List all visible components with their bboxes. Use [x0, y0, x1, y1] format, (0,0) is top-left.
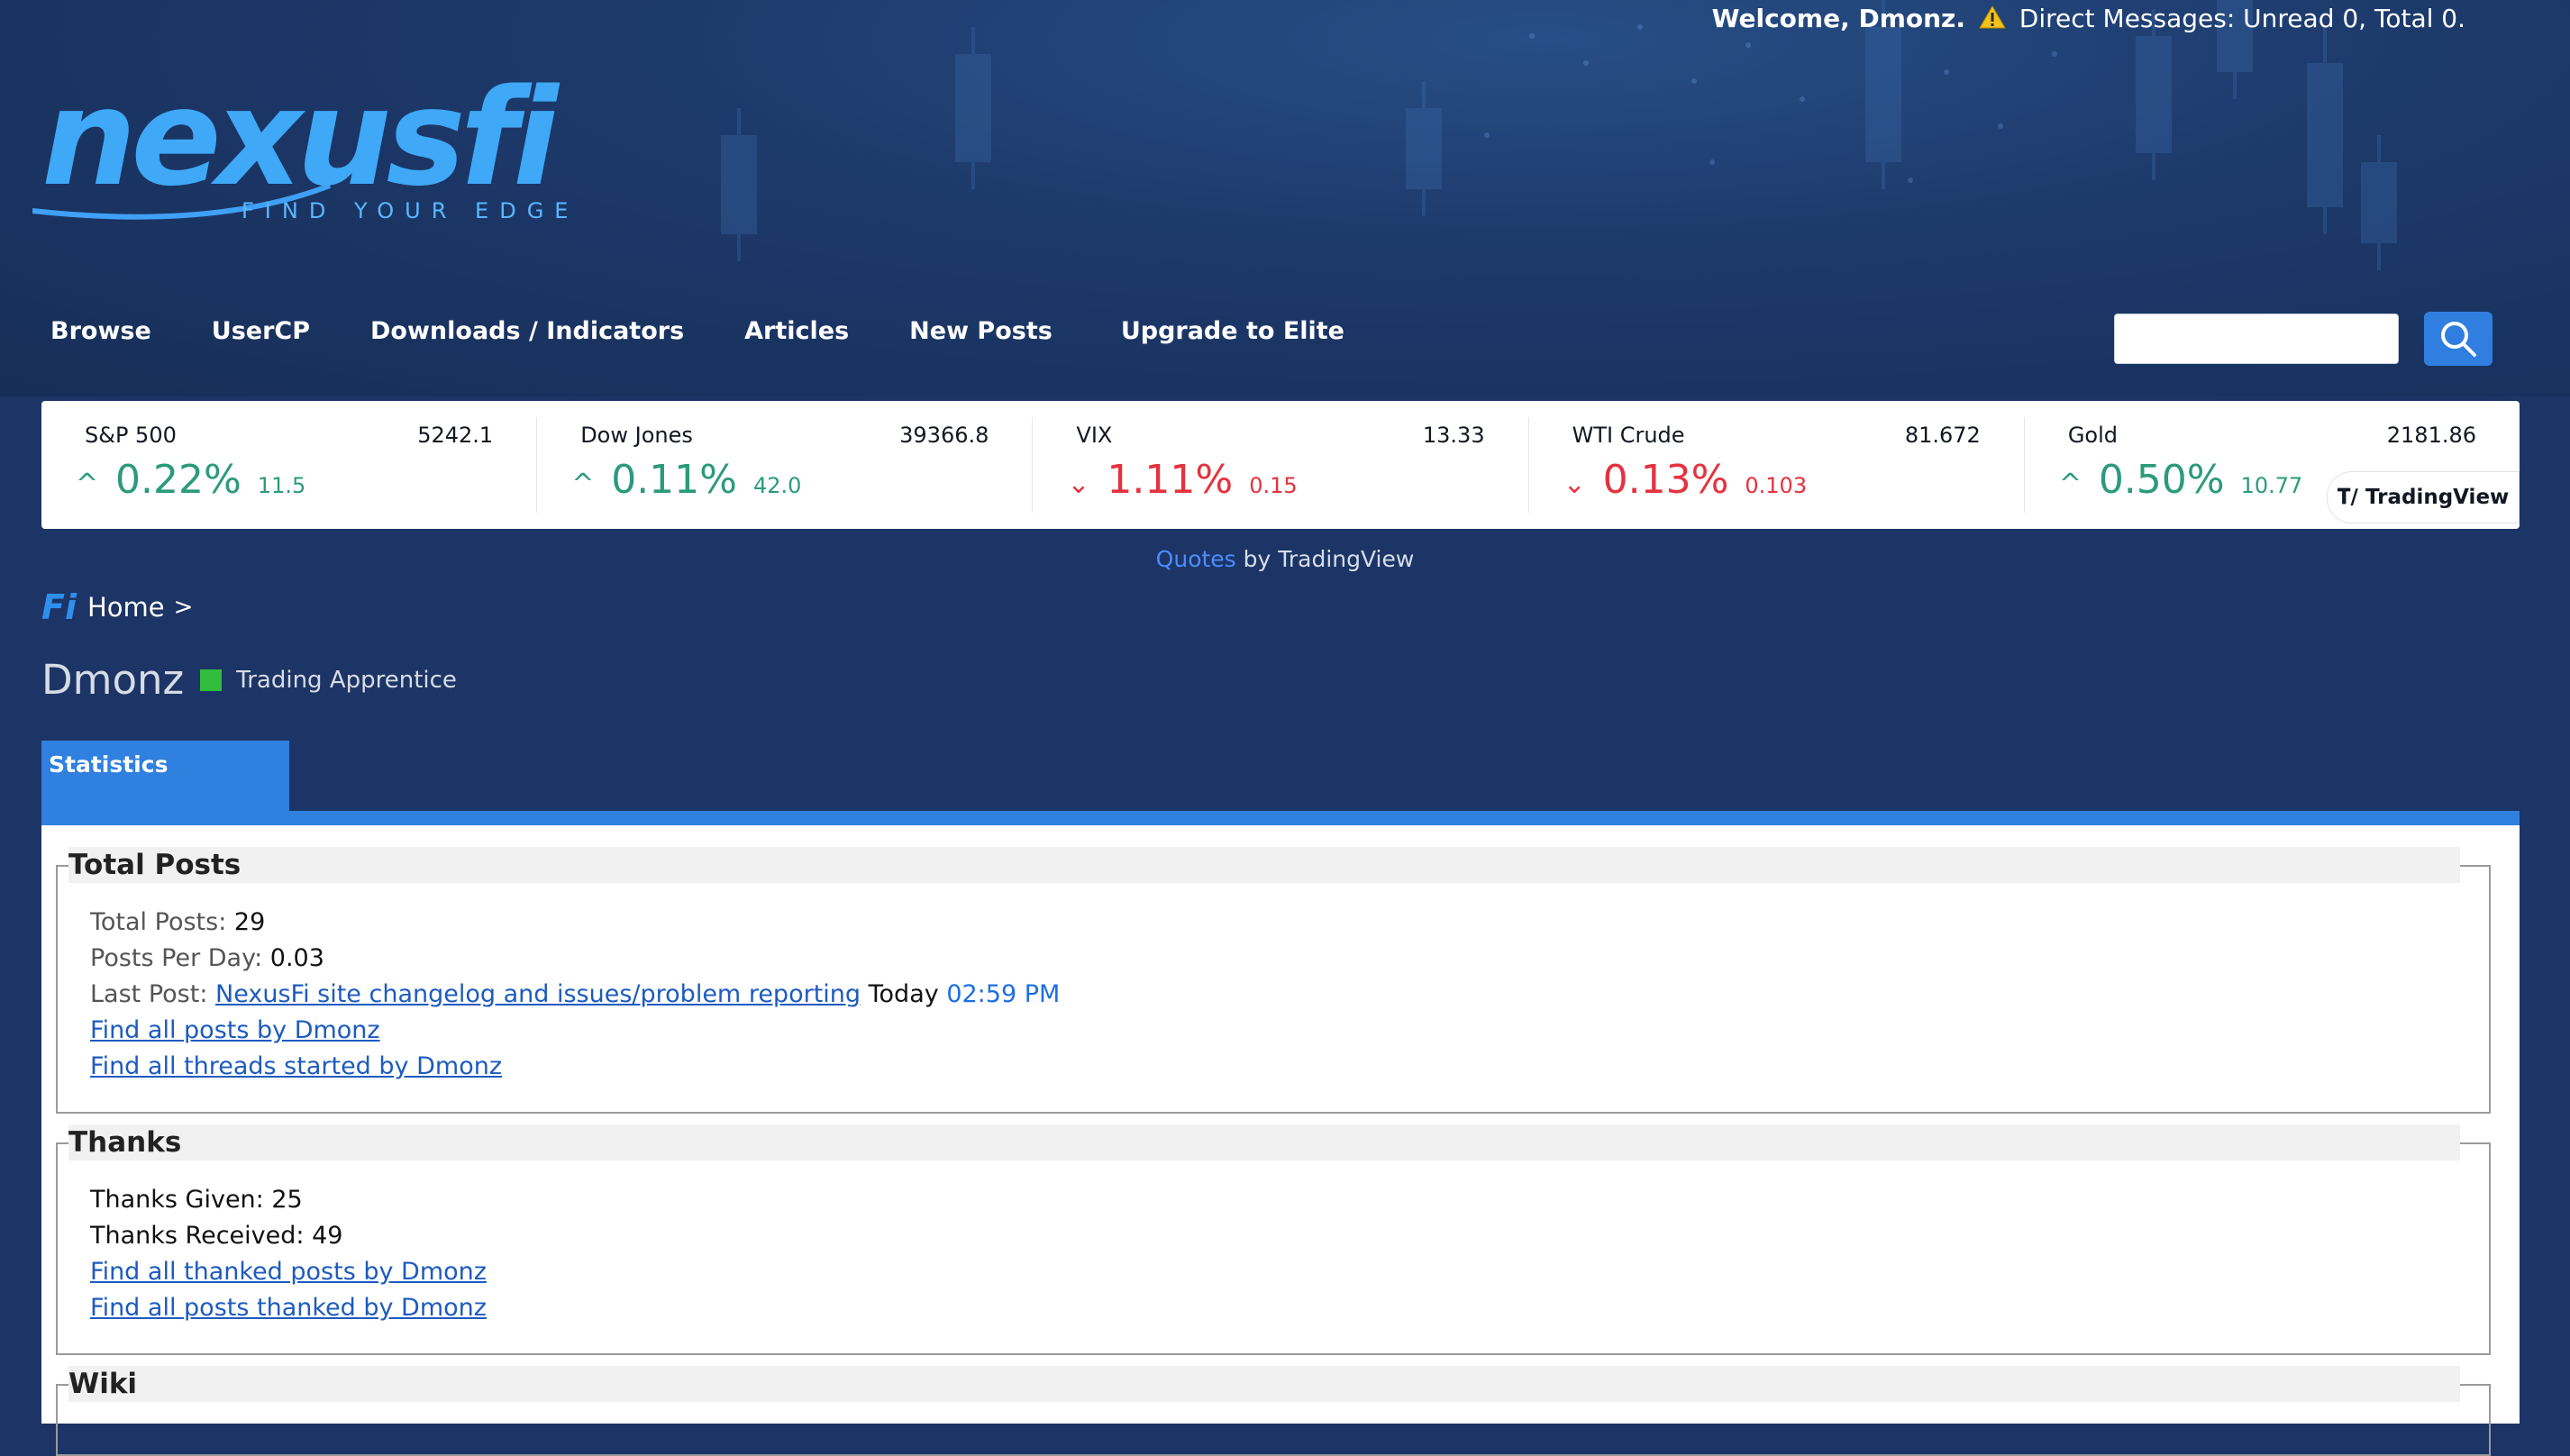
welcome-bar: Welcome, Dmonz. Direct Messages: Unread …: [1712, 4, 2465, 36]
ticker-change: 0.15: [1249, 473, 1298, 498]
ticker-price: 2181.86: [2386, 423, 2477, 448]
profile-rank: Trading Apprentice: [236, 666, 457, 694]
ticker-percent: 0.13%: [1602, 457, 1729, 503]
tab-bar-underline: [41, 811, 2520, 825]
section-title: Thanks: [68, 1124, 2460, 1160]
find-all-posts-link[interactable]: Find all posts by Dmonz: [90, 1016, 380, 1044]
total-posts-label: Total Posts:: [90, 908, 227, 936]
breadcrumb-home-link[interactable]: Home: [87, 592, 165, 623]
fi-home-icon[interactable]: Fi: [41, 587, 77, 627]
nav-browse[interactable]: Browse: [50, 317, 151, 345]
thanks-given-value: 25: [271, 1186, 303, 1214]
profile-header: Dmonz Trading Apprentice: [41, 656, 457, 704]
last-post-thread-link[interactable]: NexusFi site changelog and issues/proble…: [215, 980, 861, 1008]
svg-text:FIND YOUR EDGE: FIND YOUR EDGE: [242, 198, 579, 222]
ticker-item-wti-crude[interactable]: WTI Crude 81.672 ⌄ 0.13% 0.103: [1529, 417, 2025, 513]
thanks-section: Thanks Thanks Given: 25 Thanks Received:…: [56, 1124, 2491, 1355]
ticker-percent: 1.11%: [1107, 457, 1234, 503]
ticker-change: 42.0: [752, 473, 802, 498]
ticker-name: VIX: [1076, 423, 1113, 448]
ticker-item-vix[interactable]: VIX 13.33 ⌄ 1.11% 0.15: [1033, 417, 1529, 513]
ticker-name: Dow Jones: [580, 423, 693, 448]
quotes-attribution: Quotes by TradingView: [0, 546, 2570, 572]
ticker-price: 13.33: [1422, 423, 1485, 448]
tradingview-badge-label: TradingView: [2365, 486, 2510, 509]
site-header: Welcome, Dmonz. Direct Messages: Unread …: [0, 0, 2570, 396]
ticker-item-dow-jones[interactable]: Dow Jones 39366.8 ^ 0.11% 42.0: [537, 417, 1034, 513]
chevron-down-icon: ⌄: [1067, 469, 1090, 500]
ticker-price: 5242.1: [417, 423, 494, 448]
total-posts-value: 29: [233, 908, 266, 936]
svg-text:nexusfi: nexusfi: [41, 77, 560, 215]
wiki-section: Wiki: [56, 1366, 2491, 1456]
search-button[interactable]: [2424, 312, 2493, 366]
posts-per-day-label: Posts Per Day:: [90, 944, 263, 972]
ticker-price: 39366.8: [899, 423, 989, 448]
find-thanked-posts-link[interactable]: Find all thanked posts by Dmonz: [90, 1258, 487, 1286]
online-status-icon: [200, 669, 223, 691]
breadcrumb-separator: >: [173, 594, 194, 621]
nav-downloads-indicators[interactable]: Downloads / Indicators: [370, 317, 684, 345]
main-nav: Browse UserCP Downloads / Indicators Art…: [50, 317, 1405, 345]
ticker-tape: S&P 500 5242.1 ^ 0.22% 11.5 Dow Jones 3936…: [41, 401, 2520, 529]
statistics-panel: Total Posts Total Posts: 29 Posts Per Da…: [41, 825, 2520, 1456]
nav-new-posts[interactable]: New Posts: [909, 317, 1053, 345]
ticker-price: 81.672: [1904, 423, 1981, 448]
ticker-percent: 0.50%: [2098, 457, 2225, 503]
ticker-name: WTI Crude: [1572, 423, 1685, 448]
breadcrumb: Fi Home >: [41, 587, 193, 627]
ticker-item-gold[interactable]: Gold 2181.86 ^ 0.50% 10.77 𝐓∕ TradingView: [2025, 417, 2520, 523]
quotes-link[interactable]: Quotes: [1156, 546, 1236, 572]
nav-usercp[interactable]: UserCP: [212, 317, 310, 345]
last-post-day: Today: [868, 980, 939, 1008]
thanks-given-label: Thanks Given:: [90, 1186, 264, 1214]
ticker-item-sp500[interactable]: S&P 500 5242.1 ^ 0.22% 11.5: [41, 417, 538, 513]
find-all-threads-link[interactable]: Find all threads started by Dmonz: [90, 1052, 502, 1080]
chevron-up-icon: ^: [2058, 469, 2082, 500]
tab-statistics[interactable]: Statistics: [41, 741, 289, 813]
warning-icon[interactable]: [1979, 5, 2006, 36]
thanks-received-label: Thanks Received:: [90, 1222, 305, 1250]
nexusfi-logo[interactable]: nexusfi FIND YOUR EDGE: [32, 77, 591, 222]
chevron-up-icon: ^: [571, 469, 595, 500]
last-post-row: Last Post: NexusFi site changelog and is…: [90, 977, 1060, 1013]
profile-username: Dmonz: [41, 656, 185, 704]
posts-per-day-row: Posts Per Day: 0.03: [90, 941, 1060, 977]
section-title: Total Posts: [68, 847, 2460, 883]
nav-upgrade-to-elite[interactable]: Upgrade to Elite: [1121, 317, 1344, 345]
ticker-name: Gold: [2067, 423, 2118, 448]
thanks-received-row: Thanks Received: 49: [90, 1218, 487, 1254]
last-post-label: Last Post:: [90, 980, 208, 1008]
tradingview-badge[interactable]: 𝐓∕ TradingView: [2327, 471, 2520, 523]
search-input[interactable]: [2114, 314, 2399, 364]
welcome-text: Welcome, Dmonz.: [1711, 4, 1965, 33]
chevron-down-icon: ⌄: [1563, 469, 1586, 500]
total-posts-section: Total Posts Total Posts: 29 Posts Per Da…: [56, 847, 2491, 1114]
thanks-given-row: Thanks Given: 25: [90, 1182, 487, 1218]
search-icon: [2441, 322, 2476, 357]
quotes-suffix: by TradingView: [1235, 546, 1415, 572]
ticker-name: S&P 500: [85, 423, 177, 448]
total-posts-row: Total Posts: 29: [90, 905, 1060, 941]
last-post-time: 02:59 PM: [946, 980, 1061, 1008]
chevron-up-icon: ^: [76, 469, 99, 500]
ticker-percent: 0.11%: [611, 457, 737, 503]
ticker-change: 11.5: [257, 473, 306, 498]
ticker-change: 10.77: [2240, 473, 2303, 498]
thanks-received-value: 49: [312, 1222, 343, 1250]
tradingview-logo-icon: 𝐓∕: [2337, 486, 2358, 509]
find-posts-thanked-link[interactable]: Find all posts thanked by Dmonz: [90, 1294, 487, 1322]
direct-messages-link[interactable]: Direct Messages: Unread 0, Total 0.: [2019, 4, 2465, 33]
ticker-change: 0.103: [1745, 473, 1808, 498]
ticker-percent: 0.22%: [115, 457, 242, 503]
nav-articles[interactable]: Articles: [744, 317, 849, 345]
posts-per-day-value: 0.03: [269, 944, 324, 972]
section-title: Wiki: [68, 1366, 2460, 1402]
